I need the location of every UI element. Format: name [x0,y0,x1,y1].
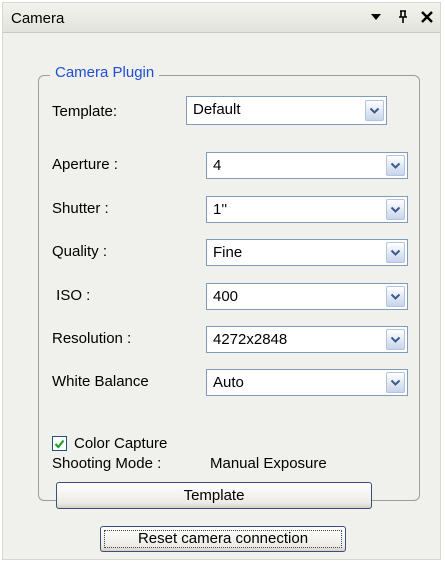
resolution-select[interactable]: 4272x2848 [206,326,408,353]
chevron-down-icon [390,206,401,213]
window-menu-button[interactable] [366,6,386,28]
iso-label: ISO : [52,287,91,304]
shooting-mode-value: Manual Exposure [210,455,327,472]
chevron-down-icon [390,293,401,300]
template-select[interactable]: Default [186,96,387,125]
iso-value: 400 [213,288,239,305]
template-value: Default [193,101,241,118]
quality-label: Quality : [52,243,108,260]
chevron-down-icon [369,107,380,114]
template-label: Template: [52,103,118,120]
pin-button[interactable] [393,6,413,28]
reset-button-label: Reset camera connection [137,530,309,547]
quality-dropdown-button[interactable] [386,242,405,263]
chevron-down-icon [390,162,401,169]
panel-title: Camera [11,10,65,27]
aperture-label: Aperture : [52,156,118,173]
close-icon [421,11,433,23]
white-balance-select[interactable]: Auto [206,369,408,396]
template-dropdown-button[interactable] [365,100,384,121]
shutter-label: Shutter : [52,200,109,217]
quality-select[interactable]: Fine [206,239,408,266]
aperture-select[interactable]: 4 [206,152,408,179]
white-balance-dropdown-button[interactable] [386,372,405,393]
template-button[interactable]: Template [56,482,372,509]
white-balance-label: White Balance [52,373,149,390]
resolution-label: Resolution : [52,330,132,347]
color-capture-label[interactable]: Color Capture [74,435,167,452]
close-button[interactable] [417,6,437,28]
group-title: Camera Plugin [50,64,160,81]
shutter-dropdown-button[interactable] [386,199,405,220]
pin-icon [399,10,407,23]
aperture-value: 4 [213,157,222,174]
aperture-dropdown-button[interactable] [386,155,405,176]
shutter-select[interactable]: 1'' [206,196,408,223]
dropdown-arrow-icon [371,14,381,20]
white-balance-value: Auto [213,374,244,391]
reset-camera-connection-button[interactable]: Reset camera connection [100,526,346,552]
resolution-value: 4272x2848 [213,331,288,348]
panel-titlebar: Camera [3,3,440,33]
chevron-down-icon [390,249,401,256]
quality-value: Fine [213,244,243,261]
checkmark-icon [54,439,65,449]
shutter-value: 1'' [213,201,228,218]
color-capture-checkbox[interactable] [52,436,67,451]
chevron-down-icon [390,336,401,343]
shooting-mode-label: Shooting Mode : [52,455,162,472]
iso-dropdown-button[interactable] [386,286,405,307]
iso-select[interactable]: 400 [206,283,408,310]
chevron-down-icon [390,379,401,386]
resolution-dropdown-button[interactable] [386,329,405,350]
